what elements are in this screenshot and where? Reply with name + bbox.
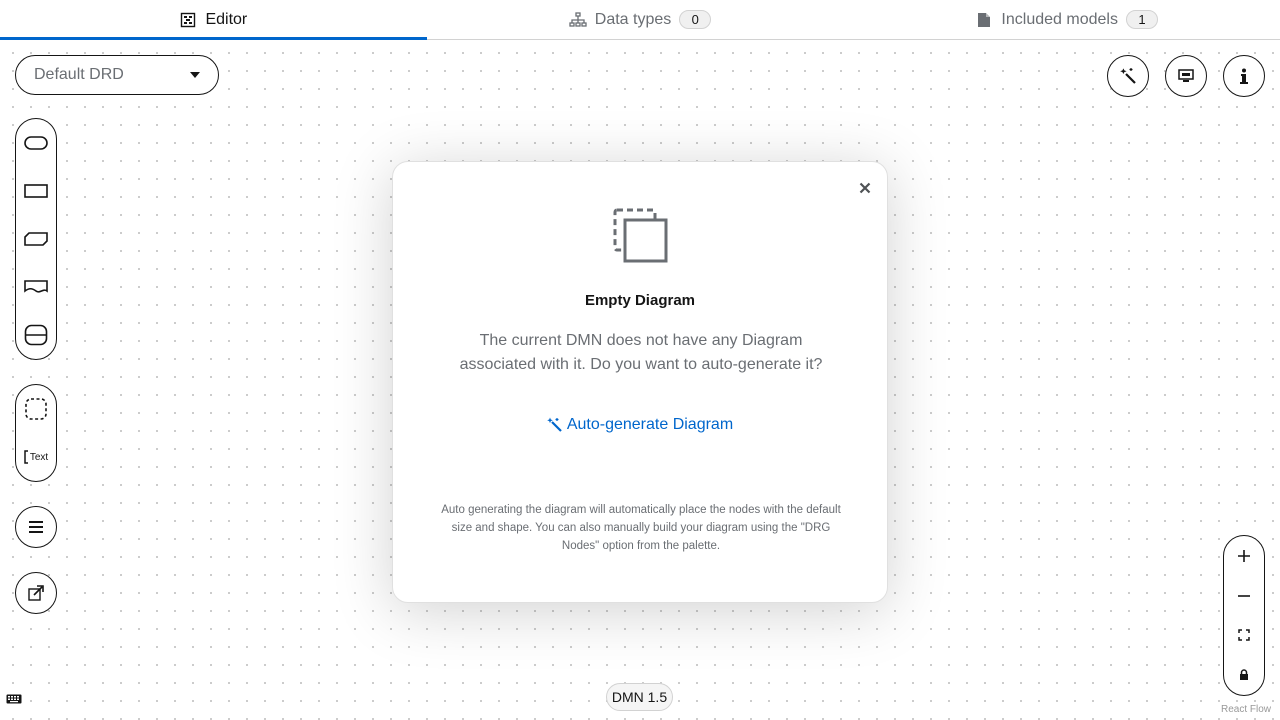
tab-data-types[interactable]: Data types 0	[427, 0, 854, 39]
lock-icon	[1240, 669, 1248, 681]
dialog-body: The current DMN does not have any Diagra…	[459, 332, 823, 373]
group-icon	[25, 398, 47, 420]
react-flow-attribution[interactable]: React Flow	[1221, 704, 1271, 715]
decision-icon	[24, 184, 48, 198]
palette-decision[interactable]	[16, 167, 56, 215]
tab-editor[interactable]: Editor	[0, 0, 427, 40]
close-icon	[859, 182, 871, 194]
tab-included-models[interactable]: Included models 1	[853, 0, 1280, 39]
bkm-icon	[24, 232, 48, 246]
file-icon	[975, 11, 993, 29]
palette-business-knowledge-model[interactable]	[16, 215, 56, 263]
info-icon	[1240, 68, 1248, 84]
dmn-version-badge: DMN 1.5	[606, 683, 673, 711]
properties-panel-button[interactable]	[1223, 55, 1265, 97]
knowledge-source-icon	[24, 280, 48, 293]
tab-editor-label: Editor	[205, 10, 248, 28]
tab-included-models-label: Included models	[1001, 10, 1118, 28]
list-icon	[29, 521, 43, 533]
drd-selector-value: Default DRD	[34, 66, 124, 83]
included-models-count-badge: 1	[1125, 10, 1158, 29]
palette-group[interactable]	[16, 385, 56, 433]
dialog-title: Empty Diagram	[584, 292, 696, 309]
external-link-icon	[28, 585, 44, 601]
artifacts-palette: Text	[15, 384, 57, 482]
diagram-grid-icon	[179, 11, 197, 29]
hierarchy-icon	[569, 11, 587, 29]
auto-generate-diagram-label: Auto-generate Diagram	[566, 416, 734, 433]
text-annotation-label: Text	[29, 451, 49, 463]
fit-view-icon	[1238, 629, 1250, 642]
palette-input-data[interactable]	[16, 119, 56, 167]
lock-button[interactable]	[1224, 655, 1264, 695]
drg-nodes-list-button[interactable]	[15, 506, 57, 548]
palette-text-annotation[interactable]: Text	[16, 433, 56, 481]
magic-wand-icon	[1120, 68, 1136, 84]
keyboard-shortcuts-icon[interactable]	[6, 691, 22, 709]
empty-diagram-dialog: Empty Diagram The current DMN does not h…	[392, 161, 888, 603]
tab-bar: Editor Data types 0 Included models 1	[0, 0, 1280, 40]
close-button[interactable]	[855, 178, 875, 198]
auto-generate-diagram-link[interactable]: Auto-generate Diagram	[393, 416, 887, 434]
overlays-button[interactable]	[1165, 55, 1207, 97]
dialog-note: Auto generating the diagram will automat…	[441, 504, 841, 552]
palette-knowledge-source[interactable]	[16, 263, 56, 311]
external-nodes-button[interactable]	[15, 572, 57, 614]
drd-selector[interactable]: Default DRD	[15, 55, 219, 95]
auto-layout-button[interactable]	[1107, 55, 1149, 97]
palette-decision-service[interactable]	[16, 311, 56, 359]
tab-data-types-label: Data types	[594, 10, 672, 28]
monitor-icon	[1178, 69, 1194, 82]
minus-icon	[1238, 594, 1250, 597]
magic-wand-icon	[547, 417, 562, 432]
zoom-out-button[interactable]	[1224, 576, 1264, 616]
zoom-in-button[interactable]	[1224, 536, 1264, 576]
drg-nodes-palette	[15, 118, 57, 360]
caret-down-icon	[190, 72, 200, 78]
decision-service-icon	[24, 324, 48, 346]
input-data-icon	[24, 136, 48, 150]
data-types-count-badge: 0	[679, 10, 712, 29]
empty-diagram-icon	[613, 208, 669, 269]
fit-view-button[interactable]	[1224, 616, 1264, 656]
diagram-canvas[interactable]: Default DRD Text DMN 1.5 React Flow Empt…	[0, 40, 1280, 720]
plus-icon	[1238, 549, 1250, 562]
zoom-controls	[1223, 535, 1265, 696]
